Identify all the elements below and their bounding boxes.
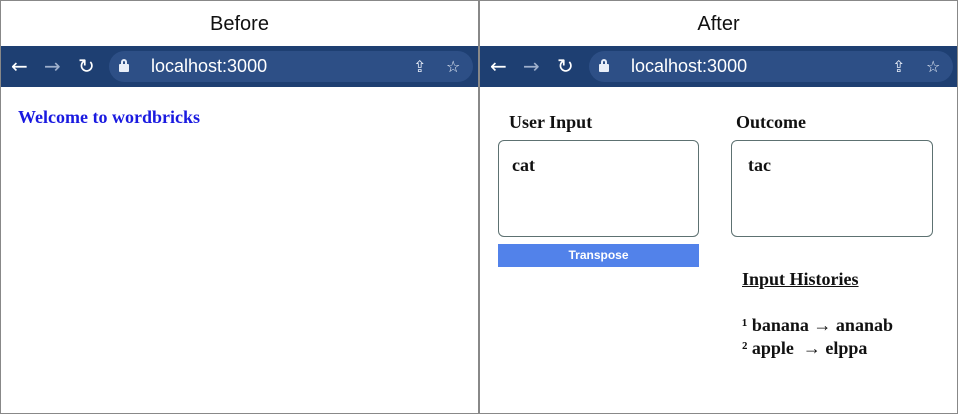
history-item: ² apple → elppa: [742, 338, 868, 358]
address-bar[interactable]: localhost:3000 ⇪ ☆: [589, 51, 953, 82]
url-text: localhost:3000: [631, 56, 748, 76]
outcome-label: Outcome: [736, 112, 806, 132]
user-input-label: User Input: [509, 112, 593, 132]
user-input-field[interactable]: cat: [498, 140, 699, 237]
before-page-content: Welcome to wordbricks: [1, 87, 478, 413]
lock-icon[interactable]: [119, 59, 129, 73]
reload-icon[interactable]: ↻: [557, 46, 574, 87]
url-text: localhost:3000: [151, 56, 268, 76]
user-input-value: cat: [512, 155, 535, 175]
before-panel: Before ← → ↻ localhost:3000 ⇪ ☆ Welcome …: [1, 1, 478, 413]
bookmark-star-icon[interactable]: ☆: [446, 51, 460, 82]
share-icon[interactable]: ⇪: [413, 51, 426, 82]
lock-icon[interactable]: [599, 59, 609, 73]
forward-arrow-icon[interactable]: →: [44, 46, 61, 87]
welcome-heading: Welcome to wordbricks: [18, 107, 200, 127]
back-arrow-icon[interactable]: ←: [11, 46, 28, 87]
outcome-field: tac: [731, 140, 933, 237]
reload-icon[interactable]: ↻: [78, 46, 95, 87]
forward-arrow-icon[interactable]: →: [523, 46, 540, 87]
after-panel: After ← → ↻ localhost:3000 ⇪ ☆ User Inpu…: [480, 1, 957, 413]
history-item: ¹ banana → ananab: [742, 315, 893, 335]
transpose-button[interactable]: Transpose: [498, 244, 699, 267]
browser-toolbar: ← → ↻ localhost:3000 ⇪ ☆: [480, 46, 957, 87]
back-arrow-icon[interactable]: ←: [490, 46, 507, 87]
bookmark-star-icon[interactable]: ☆: [926, 51, 940, 82]
share-icon[interactable]: ⇪: [892, 51, 905, 82]
after-page-content: User Input cat Transpose Outcome tac Inp…: [480, 87, 957, 413]
outcome-value: tac: [748, 155, 771, 175]
browser-toolbar: ← → ↻ localhost:3000 ⇪ ☆: [1, 46, 478, 87]
after-panel-title: After: [697, 13, 740, 35]
address-bar[interactable]: localhost:3000 ⇪ ☆: [109, 51, 473, 82]
input-histories-title: Input Histories: [742, 269, 859, 289]
before-panel-title: Before: [210, 13, 269, 35]
